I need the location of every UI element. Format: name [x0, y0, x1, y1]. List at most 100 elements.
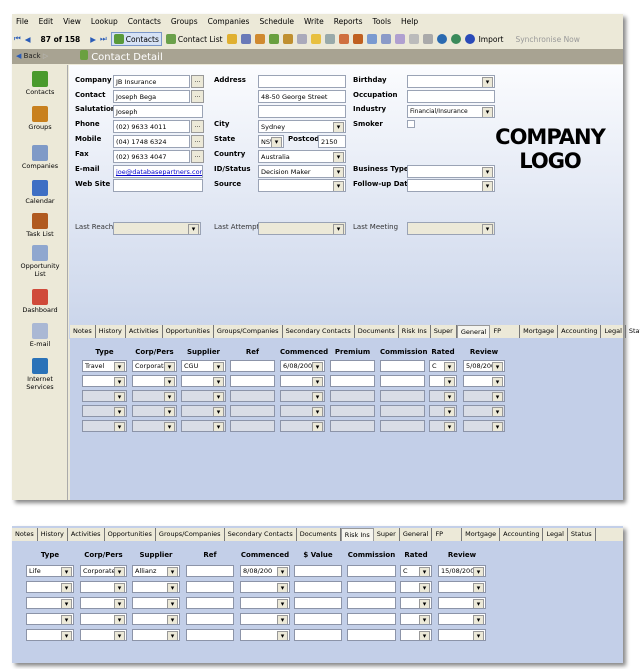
grid-cell-commission[interactable]	[347, 597, 396, 609]
grid-cell-type[interactable]	[26, 613, 74, 625]
tab-documents[interactable]: Documents	[355, 325, 399, 338]
mobile-field[interactable]: (04) 1748 6324	[113, 135, 190, 148]
birthday-dropdown[interactable]	[407, 75, 495, 88]
tab-accounting[interactable]: Accounting	[558, 325, 602, 338]
tab-fp[interactable]: FP	[490, 325, 521, 338]
grid-cell-premium[interactable]	[330, 360, 375, 372]
calendar-icon[interactable]	[324, 34, 335, 44]
grid-cell-type[interactable]	[26, 629, 74, 641]
back-button[interactable]: ◀ Back ▷	[16, 52, 48, 60]
grid-cell-type[interactable]: Life	[26, 565, 74, 577]
mobile-dial-button[interactable]: ...	[191, 135, 204, 148]
grid-cell-commenced[interactable]: 6/08/200	[280, 360, 325, 372]
sidebar-item-opportunity-list[interactable]: Opportunity List	[12, 245, 68, 278]
tab-super[interactable]: Super	[431, 325, 457, 338]
company-icon[interactable]	[296, 34, 307, 44]
tab-groups-companies[interactable]: Groups/Companies	[214, 325, 283, 338]
grid-cell-supplier[interactable]: Allianz	[132, 565, 180, 577]
grid-cell-commission[interactable]	[380, 375, 425, 387]
email-field[interactable]: joe@databasepartners.com.au	[113, 165, 203, 178]
tab-activities[interactable]: Activities	[68, 528, 105, 541]
tab-super[interactable]: Super	[374, 528, 400, 541]
grid-cell-review[interactable]: 15/08/200	[438, 565, 486, 577]
sidebar-item-groups[interactable]: Groups	[12, 106, 68, 131]
document-icon[interactable]	[422, 34, 433, 44]
phone-field[interactable]: (02) 9633 4011	[113, 120, 190, 133]
menu-item-edit[interactable]: Edit	[39, 17, 54, 26]
first-record-icon[interactable]: ⏮	[14, 34, 21, 44]
address-line3-field[interactable]	[258, 105, 346, 118]
sidebar-item-e-mail[interactable]: E-mail	[12, 323, 68, 348]
tab-risk-ins[interactable]: Risk Ins	[399, 325, 431, 338]
menu-item-schedule[interactable]: Schedule	[259, 17, 293, 26]
tab-legal[interactable]: Legal	[543, 528, 568, 541]
salutation-field[interactable]: Joseph	[113, 105, 203, 118]
group-icon[interactable]	[282, 34, 293, 44]
grid-cell-commission[interactable]	[347, 565, 396, 577]
grid-cell-review[interactable]	[438, 613, 486, 625]
tab-legal[interactable]: Legal	[601, 325, 626, 338]
folder-icon[interactable]	[226, 34, 237, 44]
tools-icon[interactable]	[254, 34, 265, 44]
grid-cell-commenced[interactable]: 8/08/200	[240, 565, 290, 577]
last-record-icon[interactable]: ⏭	[100, 34, 107, 44]
tab-history[interactable]: History	[38, 528, 68, 541]
web-icon[interactable]	[450, 34, 461, 44]
chart-icon[interactable]	[366, 34, 377, 44]
grid-cell-corp-pers[interactable]	[80, 629, 127, 641]
grid-cell-corp-pers[interactable]	[80, 597, 127, 609]
phone-dial-button[interactable]: ...	[191, 120, 204, 133]
country-dropdown[interactable]: Australia	[258, 150, 346, 163]
grid-cell-commenced[interactable]	[240, 613, 290, 625]
contact-field[interactable]: Joseph Bega	[113, 90, 190, 103]
grid-cell-supplier[interactable]	[132, 629, 180, 641]
city-dropdown[interactable]: Sydney	[258, 120, 346, 133]
tab-mortgage[interactable]: Mortgage	[520, 325, 559, 338]
postcode-field[interactable]: 2150	[318, 135, 346, 148]
tab-secondary-contacts[interactable]: Secondary Contacts	[225, 528, 297, 541]
grid-cell-corp-pers[interactable]: Corporate	[132, 360, 177, 372]
grid-cell-rated[interactable]	[400, 613, 432, 625]
grid-cell-value[interactable]	[294, 597, 342, 609]
next-record-icon[interactable]: ▶	[90, 35, 96, 44]
save-icon[interactable]	[240, 34, 251, 44]
grid-cell-commenced[interactable]	[280, 375, 325, 387]
contact-list-button[interactable]: Contact List	[165, 34, 223, 44]
grid-cell-commenced[interactable]	[240, 581, 290, 593]
grid-cell-type[interactable]	[26, 581, 74, 593]
grid-cell-ref[interactable]	[230, 360, 275, 372]
company-field[interactable]: JB Insurance	[113, 75, 190, 88]
grid-cell-commission[interactable]	[380, 360, 425, 372]
sidebar-item-task-list[interactable]: Task List	[12, 213, 68, 238]
contact-lookup-button[interactable]: ...	[191, 90, 204, 103]
grid-cell-type[interactable]	[82, 375, 127, 387]
menu-item-view[interactable]: View	[63, 17, 81, 26]
tab-documents[interactable]: Documents	[297, 528, 341, 541]
tab-general[interactable]: General	[456, 325, 491, 338]
forward-arrow-icon[interactable]: ▷	[43, 52, 48, 60]
menu-item-tools[interactable]: Tools	[373, 17, 391, 26]
tab-risk-ins[interactable]: Risk Ins	[340, 528, 374, 541]
grid-cell-supplier[interactable]	[181, 375, 226, 387]
source-dropdown[interactable]	[258, 179, 346, 192]
sidebar-item-companies[interactable]: Companies	[12, 145, 68, 170]
grid-cell-ref[interactable]	[186, 597, 234, 609]
tab-secondary-contacts[interactable]: Secondary Contacts	[283, 325, 355, 338]
grid-cell-commission[interactable]	[347, 581, 396, 593]
grid-cell-supplier[interactable]	[132, 613, 180, 625]
grid-cell-rated[interactable]	[429, 375, 457, 387]
grid-cell-rated[interactable]	[400, 629, 432, 641]
menu-item-lookup[interactable]: Lookup	[91, 17, 118, 26]
grid-cell-value[interactable]	[294, 613, 342, 625]
occupation-field[interactable]	[407, 90, 495, 103]
contacts-button[interactable]: Contacts	[110, 32, 162, 46]
sidebar-item-internet-services[interactable]: Internet Services	[12, 358, 68, 391]
industry-dropdown[interactable]: Financial/Insurance	[407, 105, 495, 118]
grid-cell-supplier[interactable]	[132, 597, 180, 609]
grid-cell-review[interactable]	[438, 597, 486, 609]
menu-item-help[interactable]: Help	[401, 17, 418, 26]
address-line1-field[interactable]	[258, 75, 346, 88]
grid-cell-type[interactable]: Travel	[82, 360, 127, 372]
menu-item-file[interactable]: File	[16, 17, 29, 26]
grid-cell-corp-pers[interactable]	[80, 581, 127, 593]
